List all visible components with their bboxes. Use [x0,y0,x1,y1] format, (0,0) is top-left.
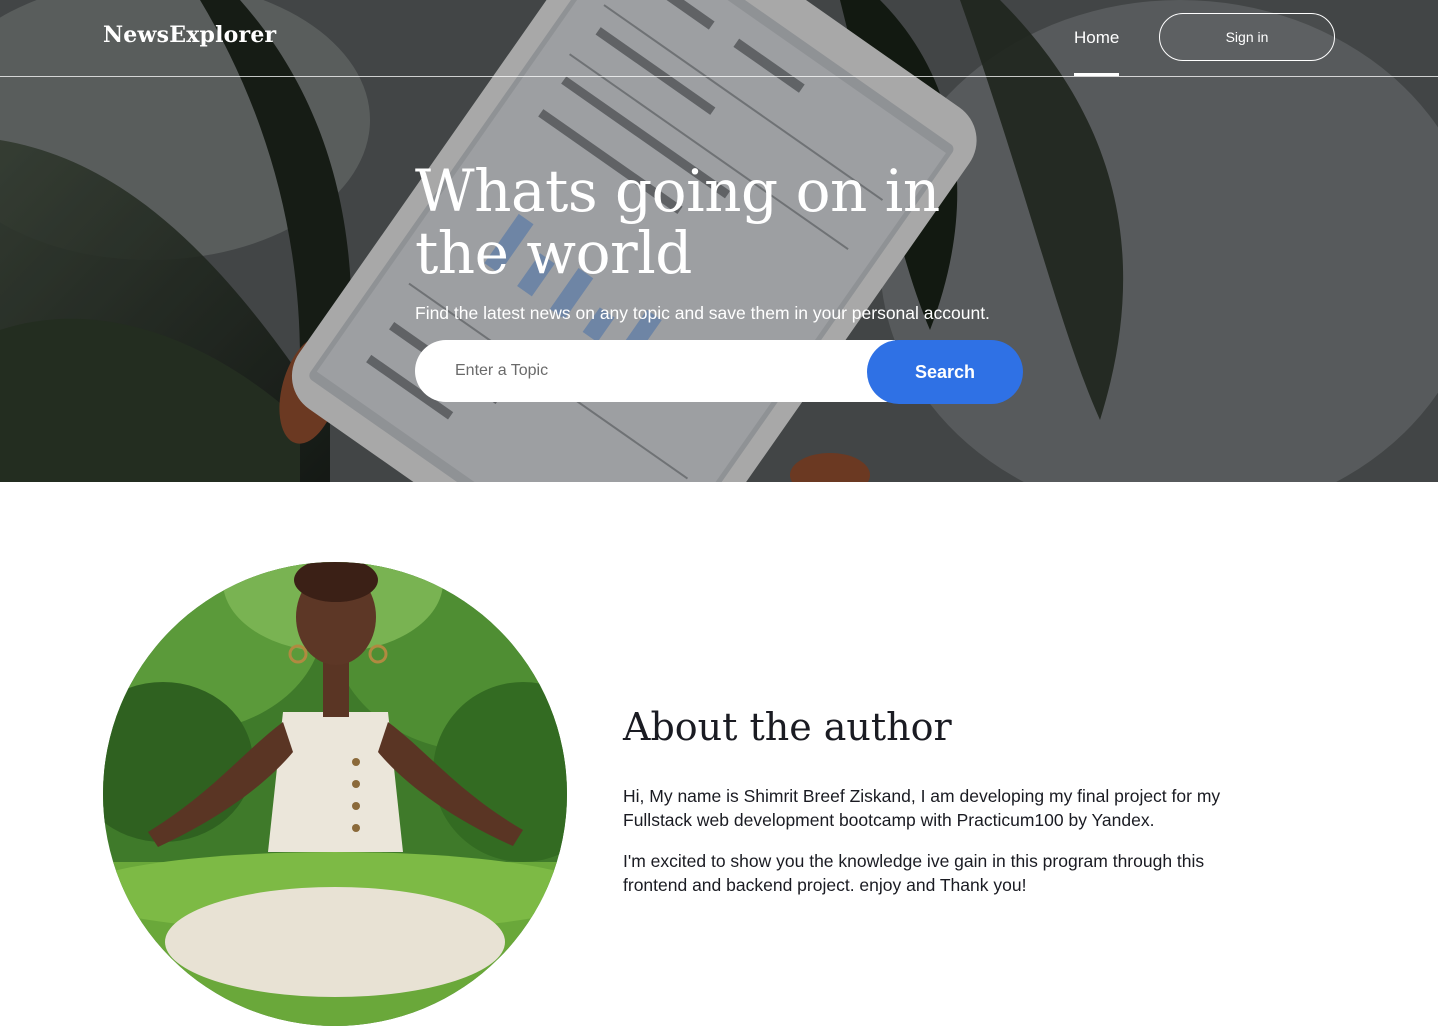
nav-home-link[interactable]: Home [1074,0,1119,77]
site-header: NewsExplorer Home Sign in [0,0,1438,77]
nav-active-indicator [1074,73,1119,76]
hero-section: NewsExplorer Home Sign in Whats going on… [0,0,1438,482]
about-paragraph: Hi, My name is Shimrit Breef Ziskand, I … [623,786,1221,830]
hero-subtitle: Find the latest news on any topic and sa… [415,303,990,323]
site-logo[interactable]: NewsExplorer [103,22,276,48]
search-form: Search [415,340,1023,404]
search-input[interactable] [415,340,895,402]
about-title: About the author [623,705,952,749]
author-photo [103,562,567,1026]
hero-title: Whats going on in the world [415,157,940,287]
search-button[interactable]: Search [867,340,1023,404]
about-paragraph: I'm excited to show you the knowledge iv… [623,851,1205,895]
author-photo-image [103,562,567,1026]
sign-in-button[interactable]: Sign in [1159,13,1335,61]
